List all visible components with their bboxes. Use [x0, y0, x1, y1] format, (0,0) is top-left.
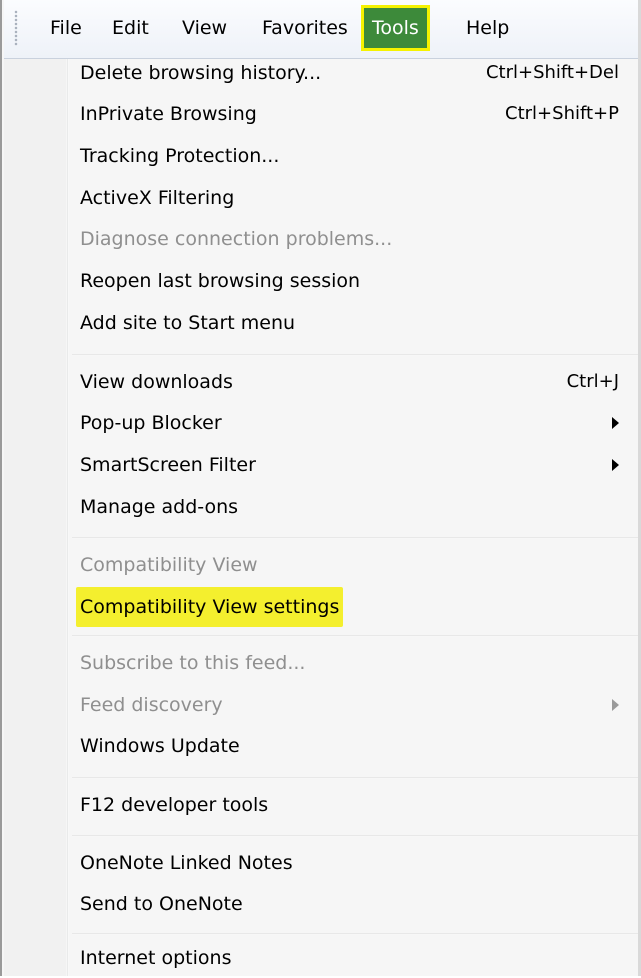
- menu-separator: [72, 835, 638, 837]
- shortcut-inprivate-browsing: Ctrl+Shift+P: [505, 103, 619, 124]
- menu-separator: [72, 537, 638, 539]
- menu-item-view-downloads[interactable]: View downloads: [80, 362, 233, 402]
- menu-view[interactable]: View: [174, 8, 235, 48]
- menu-item-windows-update[interactable]: Windows Update: [80, 726, 240, 766]
- menu-item-compatibility-view-settings[interactable]: Compatibility View settings: [76, 587, 344, 627]
- menu-file[interactable]: File: [42, 8, 90, 48]
- menu-item-smartscreen-filter[interactable]: SmartScreen Filter: [80, 445, 256, 485]
- menu-help[interactable]: Help: [458, 8, 517, 48]
- menu-item-onenote-linked-notes[interactable]: OneNote Linked Notes: [80, 843, 293, 883]
- menu-item-feed-discovery: Feed discovery: [80, 694, 223, 716]
- menu-item-reopen-last-session[interactable]: Reopen last browsing session: [80, 261, 360, 301]
- menu-edit[interactable]: Edit: [104, 8, 157, 48]
- menu-favorites[interactable]: Favorites: [254, 8, 356, 48]
- menu-separator: [72, 635, 638, 637]
- menu-separator: [72, 933, 638, 935]
- submenu-arrow-icon: [612, 699, 619, 711]
- menu-item-compatibility-view: Compatibility View: [80, 554, 258, 576]
- menu-bar: File Edit View Favorites Tools Help: [4, 0, 641, 59]
- menu-tools[interactable]: Tools: [361, 5, 430, 51]
- menu-item-subscribe-feed: Subscribe to this feed...: [80, 652, 306, 674]
- menu-item-manage-addons[interactable]: Manage add-ons: [80, 487, 238, 527]
- menu-item-diagnose-connection: Diagnose connection problems...: [80, 228, 393, 250]
- tools-dropdown-menu: Delete browsing history... Ctrl+Shift+De…: [4, 59, 641, 976]
- icon-gutter: [4, 59, 66, 976]
- menu-separator: [72, 777, 638, 779]
- menu-item-popup-blocker[interactable]: Pop-up Blocker: [80, 403, 222, 443]
- menu-separator: [72, 354, 638, 356]
- shortcut-view-downloads: Ctrl+J: [566, 371, 619, 392]
- submenu-arrow-icon: [612, 417, 619, 429]
- toolbar-grip[interactable]: [14, 10, 18, 46]
- browser-window: File Edit View Favorites Tools Help Dele…: [0, 0, 641, 976]
- menu-item-tracking-protection[interactable]: Tracking Protection...: [80, 136, 279, 176]
- menu-item-f12-developer-tools[interactable]: F12 developer tools: [80, 785, 268, 825]
- menu-item-delete-browsing-history[interactable]: Delete browsing history...: [80, 53, 321, 93]
- shortcut-delete-browsing-history: Ctrl+Shift+Del: [485, 62, 619, 83]
- menu-item-add-site-start-menu[interactable]: Add site to Start menu: [80, 303, 295, 343]
- menu-item-activex-filtering[interactable]: ActiveX Filtering: [80, 178, 234, 218]
- gutter-divider: [67, 59, 69, 976]
- menu-item-send-to-onenote[interactable]: Send to OneNote: [80, 884, 243, 924]
- menu-item-internet-options[interactable]: Internet options: [80, 938, 231, 978]
- submenu-arrow-icon: [612, 459, 619, 471]
- menu-item-inprivate-browsing[interactable]: InPrivate Browsing: [80, 94, 257, 134]
